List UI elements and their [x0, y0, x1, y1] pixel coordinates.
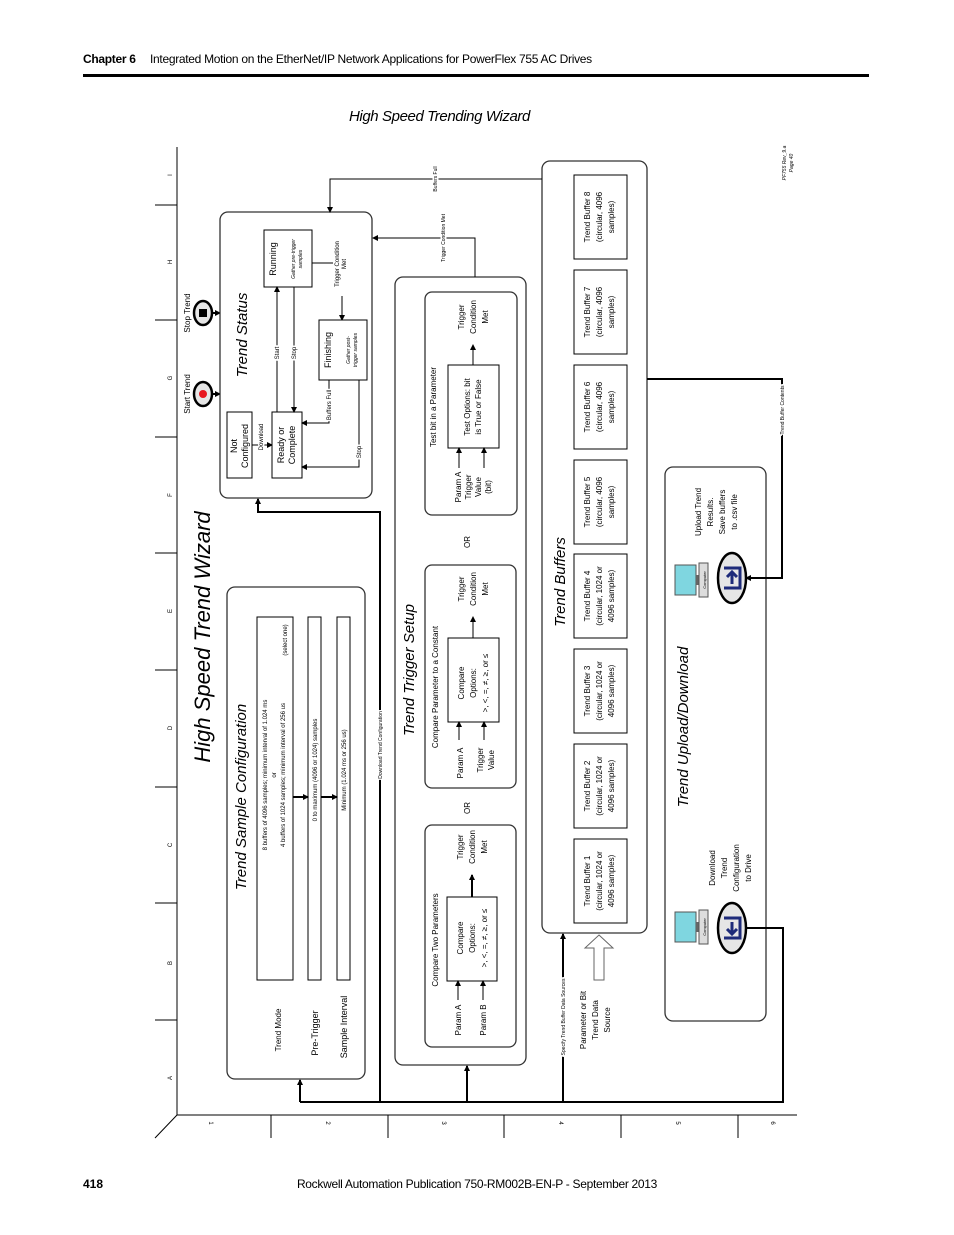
sample-interval-value: Minimum (1.024 ms or 256 us): [342, 729, 348, 810]
start-transition-label: Start: [275, 346, 281, 359]
specify-sources-connector-label: Specify Trend Buffer Data Sources: [561, 978, 567, 1055]
computer-icon: Computer: [674, 562, 709, 598]
download-config-connector-label: Download Trend Configuration: [378, 711, 384, 779]
trend-status-title: Trend Status: [234, 292, 251, 377]
or-label-2: OR: [463, 536, 472, 548]
grid-col-i: I: [168, 174, 174, 176]
computer-icon: Computer: [674, 909, 709, 945]
grid-col-f: F: [168, 493, 174, 497]
trend-buffers-title: Trend Buffers: [552, 537, 569, 627]
grid-col-h: H: [168, 260, 174, 264]
trend-sample-config-panel: Trend Sample Configuration 8 buffers of …: [226, 586, 366, 1080]
publication-footer: Rockwell Automation Publication 750-RM00…: [296, 1177, 658, 1191]
buffers-full-transition-label: Buffers Full: [327, 390, 333, 420]
stop-icon: [199, 309, 207, 317]
upload-results-button[interactable]: [716, 551, 748, 605]
download-config-button[interactable]: [716, 901, 748, 955]
stop-trend-button[interactable]: Stop Trend: [183, 293, 214, 333]
param-a-label: Param A: [456, 747, 465, 778]
grid-col-b: B: [168, 961, 174, 965]
trigger-met-connector-label: Trigger Condition Met: [441, 213, 447, 262]
compare-two-title: Compare Two Parameters: [431, 893, 440, 986]
svg-text:Trend Buffer 1(circular, 1024: Trend Buffer 1 (circular, 1024 or 4096 sam…: [583, 851, 616, 911]
pre-trigger-label: Pre-Trigger: [310, 1010, 320, 1055]
trend-wizard-diagram: A B C D E F G H I 1 2 3 4 5 6 PF755 Rev_…: [154, 145, 797, 1139]
sample-config-title: Trend Sample Configuration: [233, 704, 250, 891]
trend-buffer-8: Trend Buffer 8 (circular, 4096 samples): [573, 174, 628, 260]
sample-interval-label: Sample Interval: [339, 996, 349, 1059]
finishing-note: Gather post-trigger samples: [346, 332, 359, 367]
finishing-label: Finishing: [323, 332, 333, 368]
svg-text:Trend Buffer 3(circular, 1024: Trend Buffer 3 (circular, 1024 or 4096 sam…: [583, 661, 616, 721]
grid-col-c: C: [168, 842, 174, 847]
grid-row-5: 5: [674, 1121, 680, 1125]
trend-buffer-4: Trend Buffer 4 (circular, 1024 or 4096 sam…: [573, 553, 628, 639]
grid-col-a: A: [168, 1076, 174, 1080]
grid-col-d: D: [168, 725, 174, 730]
stop-transition-label: Stop: [292, 346, 298, 359]
trend-mode-label: Trend Mode: [274, 1008, 283, 1051]
revision-note: PF755 Rev_9.aPage 40: [782, 145, 795, 180]
running-label: Running: [268, 242, 278, 276]
compare-constant-title: Compare Parameter to a Constant: [431, 625, 440, 748]
trend-buffers-panel: Trend Buffers Trend Buffer 1 (circular, 1…: [541, 160, 648, 934]
pre-trigger-value: 0 to maximum (4096 or 1024) samples: [313, 719, 319, 822]
trend-buffer-5: Trend Buffer 5 (circular, 4096 samples): [573, 459, 628, 545]
data-source-arrow-icon: [583, 934, 615, 981]
trend-buffer-3: Trend Buffer 3 (circular, 1024 or 4096 sam…: [573, 648, 628, 734]
grid-row-4: 4: [557, 1121, 563, 1125]
upload-download-title: Trend Upload/Download: [675, 646, 692, 807]
diagram-title: High Speed Trend Wizard: [190, 511, 215, 763]
or-label-1: OR: [463, 802, 472, 814]
test-bit-title: Test bit in a Parameter: [429, 367, 438, 447]
test-bit-option[interactable]: Test bit in a Parameter Test Options: bi…: [424, 291, 518, 516]
trend-upload-download-panel: Trend Upload/Download Computer Download T…: [664, 466, 767, 1022]
svg-text:Trend Buffer 2(circular, 1024: Trend Buffer 2 (circular, 1024 or 4096 sam…: [583, 756, 616, 816]
start-trend-button[interactable]: Start Trend: [183, 374, 214, 414]
param-a-label: Param A: [454, 1004, 463, 1035]
trigger-setup-title: Trend Trigger Setup: [401, 604, 418, 736]
svg-text:Computer: Computer: [702, 571, 707, 589]
grid-col-e: E: [168, 609, 174, 613]
trend-buffer-2: Trend Buffer 2 (circular, 1024 or 4096 sam…: [573, 743, 628, 829]
stop-trend-label: Stop Trend: [183, 293, 192, 332]
grid-row-2: 2: [324, 1121, 330, 1125]
trend-buffer-6: Trend Buffer 6 (circular, 4096 samples): [573, 364, 628, 450]
compare-to-constant-option[interactable]: Compare Parameter to a Constant Compare O…: [424, 564, 517, 789]
ready-label: Ready orComplete: [276, 426, 297, 465]
data-source-label: Parameter or Bit Trend Data Source: [579, 990, 612, 1049]
trend-buffer-1: Trend Buffer 1 (circular, 1024 or 4096 sam…: [573, 838, 628, 924]
grid-row-6: 6: [769, 1121, 775, 1125]
download-transition-label: Download: [259, 424, 265, 451]
start-trend-label: Start Trend: [183, 374, 192, 414]
svg-text:Trend Buffer 4(circular, 1024: Trend Buffer 4 (circular, 1024 or 4096 sam…: [583, 566, 616, 626]
trend-trigger-setup-panel: Trend Trigger Setup OR OR Compare Two Pa…: [394, 276, 527, 1066]
grid-col-g: G: [168, 375, 174, 380]
trend-status-panel: Trend Status NotConfigured Download Read…: [219, 211, 373, 499]
svg-text:Computer: Computer: [702, 918, 707, 936]
param-b-label: Param B: [479, 1004, 488, 1035]
buffers-full-connector-label: Buffers Full: [433, 166, 439, 191]
buffer-contents-connector-label: Trend Buffer Contents: [780, 385, 786, 434]
record-icon: [199, 390, 207, 398]
select-one-note: (select one): [283, 624, 289, 655]
trend-buffer-7: Trend Buffer 7 (circular, 4096 samples): [573, 269, 628, 355]
grid-row-3: 3: [440, 1121, 446, 1125]
compare-two-parameters-option[interactable]: Compare Two Parameters Compare Options: >,…: [424, 824, 517, 1048]
stop-finishing-label: Stop: [357, 445, 363, 458]
grid-row-1: 1: [207, 1121, 213, 1125]
